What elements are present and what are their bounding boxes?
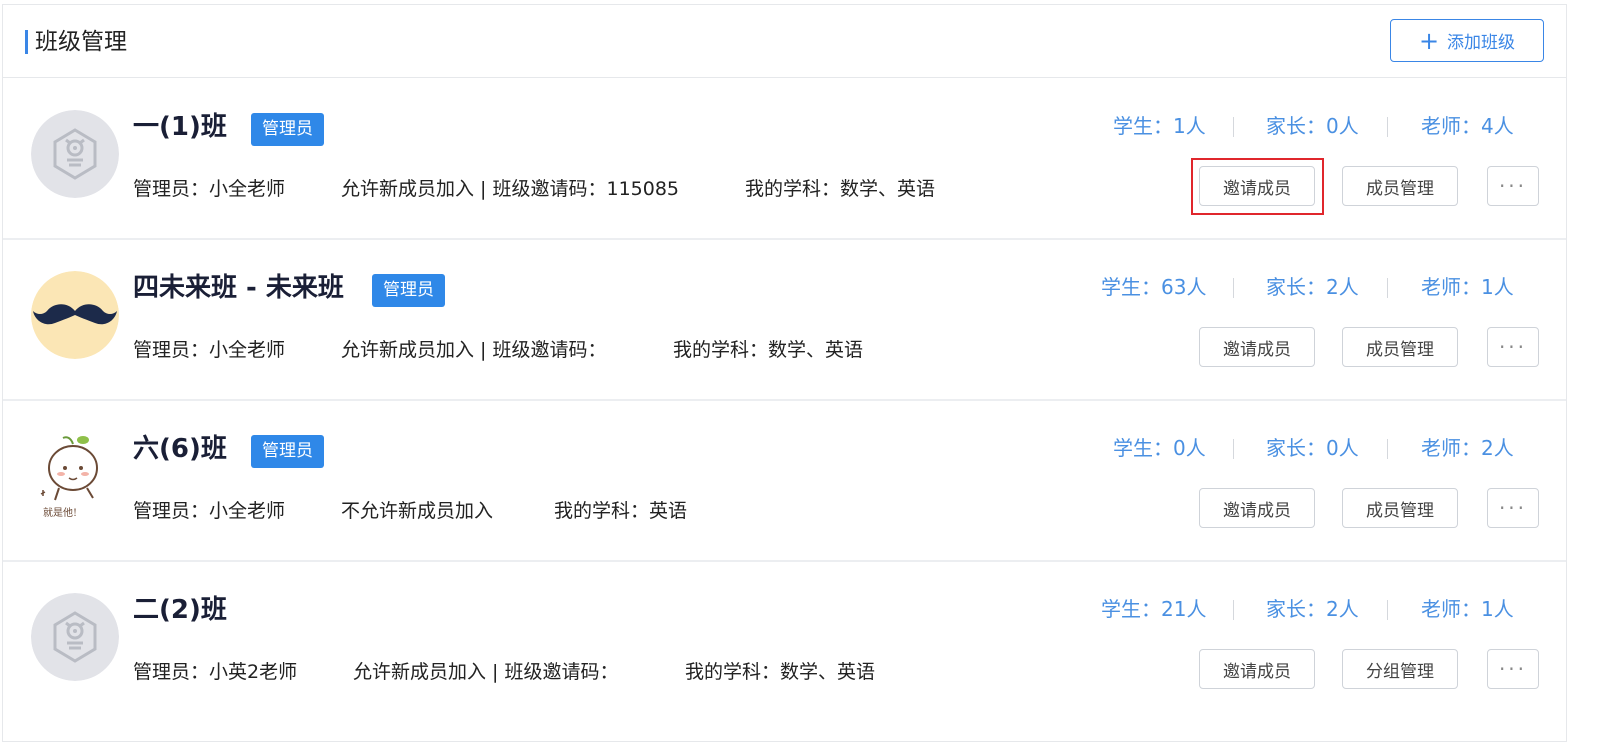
stat-divider bbox=[1233, 600, 1234, 620]
add-class-button[interactable]: + 添加班级 bbox=[1390, 19, 1544, 62]
role-badge: 管理员 bbox=[372, 274, 445, 307]
class-name[interactable]: 二(2)班 bbox=[133, 593, 227, 627]
add-class-label: 添加班级 bbox=[1447, 33, 1516, 53]
stat-divider bbox=[1387, 600, 1388, 620]
student-count: 学生：0人 bbox=[1113, 436, 1206, 460]
mustache-avatar bbox=[31, 271, 119, 359]
hex-robot-avatar bbox=[31, 593, 119, 681]
class-row: 就是他! 六(6)班 管理员 管理员：小全老师 不允许新成员加入 我的学科：英语… bbox=[3, 400, 1566, 562]
member-management-button[interactable]: 成员管理 bbox=[1342, 166, 1458, 206]
stat-divider bbox=[1233, 117, 1234, 137]
hex-robot-avatar bbox=[31, 110, 119, 198]
stat-divider bbox=[1233, 439, 1234, 459]
class-management-panel: 班级管理 + 添加班级 一(1)班 管理员 管理员：小全老师 允许新成员加入 |… bbox=[2, 4, 1567, 742]
class-name[interactable]: 四未来班 - 未来班 bbox=[133, 271, 344, 305]
admin-info: 管理员：小全老师 bbox=[133, 500, 286, 522]
class-row: 二(2)班 管理员：小英2老师 允许新成员加入 | 班级邀请码： 我的学科：数学… bbox=[3, 561, 1566, 721]
member-management-button[interactable]: 成员管理 bbox=[1342, 327, 1458, 367]
group-management-button[interactable]: 分组管理 bbox=[1342, 649, 1458, 689]
more-options-button[interactable]: ··· bbox=[1487, 327, 1539, 367]
join-info: 允许新成员加入 | 班级邀请码： bbox=[341, 339, 607, 361]
invite-members-button[interactable]: 邀请成员 bbox=[1199, 488, 1315, 528]
invite-members-button[interactable]: 邀请成员 bbox=[1199, 649, 1315, 689]
admin-info: 管理员：小全老师 bbox=[133, 339, 286, 361]
class-row: 四未来班 - 未来班 管理员 管理员：小全老师 允许新成员加入 | 班级邀请码：… bbox=[3, 239, 1566, 401]
teacher-count: 老师：4人 bbox=[1421, 114, 1514, 138]
plus-icon: + bbox=[1418, 26, 1440, 55]
stat-divider bbox=[1387, 117, 1388, 137]
student-count: 学生：1人 bbox=[1113, 114, 1206, 138]
role-badge: 管理员 bbox=[251, 435, 324, 468]
invite-members-button[interactable]: 邀请成员 bbox=[1199, 327, 1315, 367]
student-count: 学生：63人 bbox=[1101, 275, 1207, 299]
subjects-info: 我的学科：数学、英语 bbox=[745, 178, 936, 200]
parent-count: 家长：0人 bbox=[1266, 114, 1359, 138]
subjects-info: 我的学科：数学、英语 bbox=[673, 339, 864, 361]
stat-divider bbox=[1387, 439, 1388, 459]
teacher-count: 老师：2人 bbox=[1421, 436, 1514, 460]
teacher-count: 老师：1人 bbox=[1421, 275, 1514, 299]
more-options-button[interactable]: ··· bbox=[1487, 166, 1539, 206]
subjects-info: 我的学科：英语 bbox=[554, 500, 688, 522]
page-header: 班级管理 + 添加班级 bbox=[3, 5, 1566, 78]
member-management-button[interactable]: 成员管理 bbox=[1342, 488, 1458, 528]
more-options-button[interactable]: ··· bbox=[1487, 488, 1539, 528]
stat-divider bbox=[1387, 278, 1388, 298]
class-name[interactable]: 六(6)班 bbox=[133, 432, 227, 466]
parent-count: 家长：2人 bbox=[1266, 597, 1359, 621]
title-accent-bar bbox=[25, 30, 28, 54]
parent-count: 家长：0人 bbox=[1266, 436, 1359, 460]
class-name[interactable]: 一(1)班 bbox=[133, 110, 227, 144]
subjects-info: 我的学科：数学、英语 bbox=[685, 661, 876, 683]
join-info: 允许新成员加入 | 班级邀请码：115085 bbox=[341, 178, 680, 200]
parent-count: 家长：2人 bbox=[1266, 275, 1359, 299]
class-row: 一(1)班 管理员 管理员：小全老师 允许新成员加入 | 班级邀请码：11508… bbox=[3, 78, 1566, 240]
avatar-caption: 就是他! bbox=[43, 508, 78, 519]
page-title: 班级管理 bbox=[35, 29, 127, 55]
admin-info: 管理员：小全老师 bbox=[133, 178, 286, 200]
more-options-button[interactable]: ··· bbox=[1487, 649, 1539, 689]
join-info: 不允许新成员加入 bbox=[341, 500, 494, 522]
admin-info: 管理员：小英2老师 bbox=[133, 661, 298, 683]
teacher-count: 老师：1人 bbox=[1421, 597, 1514, 621]
student-count: 学生：21人 bbox=[1101, 597, 1207, 621]
join-info: 允许新成员加入 | 班级邀请码： bbox=[353, 661, 619, 683]
invite-members-button[interactable]: 邀请成员 bbox=[1199, 166, 1315, 206]
stat-divider bbox=[1233, 278, 1234, 298]
sprout-character-avatar: 就是他! bbox=[31, 432, 119, 520]
role-badge: 管理员 bbox=[251, 113, 324, 146]
